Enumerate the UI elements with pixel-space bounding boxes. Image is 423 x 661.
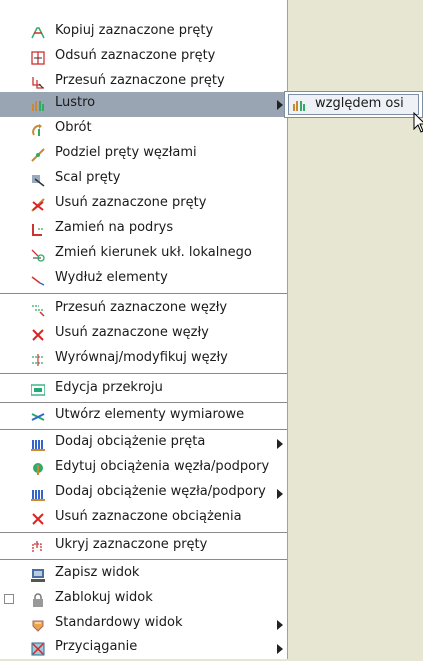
menu-separator — [0, 532, 287, 533]
menu-item-align-nodes[interactable]: Wyrównaj/modyfikuj węzły — [0, 347, 287, 372]
lock-view-icon — [31, 593, 45, 607]
merge-bars-icon — [31, 173, 45, 187]
mirror-axis-icon — [292, 98, 306, 112]
menu-item-save-view[interactable]: Zapisz widok — [0, 562, 287, 587]
mirror-submenu: względem osi — [284, 91, 423, 118]
menu-item-merge-bars[interactable]: Scal pręty — [0, 167, 287, 192]
menu-item-label: Usuń zaznaczone pręty — [55, 195, 207, 210]
menu-item-delete-nodes[interactable]: Usuń zaznaczone węzły — [0, 322, 287, 347]
menu-item-label: Dodaj obciążenie węzła/podpory — [55, 484, 266, 499]
menu-item-split-bars[interactable]: Podziel pręty węzłami — [0, 142, 287, 167]
dimension-elements-icon — [31, 410, 45, 424]
menu-item-bar-load[interactable]: Dodaj obciążenie pręta — [0, 431, 287, 456]
submenu-arrow-icon — [277, 489, 283, 499]
move-nodes-icon — [31, 303, 45, 317]
menu-item-label: Zamień na podrys — [55, 220, 174, 235]
menu-separator — [0, 402, 287, 403]
menu-item-change-local-direction[interactable]: Zmień kierunek ukł. lokalnego — [0, 242, 287, 267]
submenu-item-about-axis[interactable]: względem osi — [288, 94, 419, 115]
menu-item-extend-elements[interactable]: Wydłuż elementy — [0, 267, 287, 292]
mirror-icon — [31, 98, 45, 112]
context-menu: Kopiuj zaznaczone pręty Odsuń zaznaczone… — [0, 0, 288, 659]
menu-item-copy-bars[interactable]: Kopiuj zaznaczone pręty — [0, 20, 287, 45]
menu-item-node-load[interactable]: Dodaj obciążenie węzła/podpory — [0, 481, 287, 506]
menu-item-edit-node-load[interactable]: Edytuj obciążenia węzła/podpory — [0, 456, 287, 481]
bar-load-icon — [31, 437, 45, 451]
menu-item-label: Przyciąganie — [55, 639, 138, 654]
hide-bars-icon — [31, 540, 45, 554]
menu-item-label: Przesuń zaznaczone węzły — [55, 300, 228, 315]
convert-to-underlay-icon — [31, 223, 45, 237]
menu-separator — [0, 559, 287, 560]
menu-item-dimension-elements[interactable]: Utwórz elementy wymiarowe — [0, 404, 287, 429]
standard-view-icon — [31, 618, 45, 632]
menu-item-label: Utwórz elementy wymiarowe — [55, 407, 245, 422]
menu-item-label: Obrót — [55, 120, 92, 135]
submenu-arrow-icon — [277, 100, 283, 110]
rotate-icon — [31, 123, 45, 137]
menu-item-label: Podziel pręty węzłami — [55, 145, 197, 160]
menu-item-label: Kopiuj zaznaczone pręty — [55, 23, 214, 38]
menu-item-hide-bars[interactable]: Ukryj zaznaczone pręty — [0, 534, 287, 559]
snapping-icon — [31, 642, 45, 656]
align-nodes-icon — [31, 353, 45, 367]
lock-view-checkbox[interactable] — [4, 594, 14, 604]
menu-item-label: Dodaj obciążenie pręta — [55, 434, 206, 449]
menu-item-label: Zablokuj widok — [55, 590, 153, 605]
menu-item-move-nodes[interactable]: Przesuń zaznaczone węzły — [0, 297, 287, 322]
menu-item-label: Odsuń zaznaczone pręty — [55, 48, 216, 63]
offset-bars-icon — [31, 51, 45, 65]
menu-item-label: Lustro — [55, 95, 96, 110]
extend-elements-icon — [31, 273, 45, 287]
menu-item-offset-bars[interactable]: Odsuń zaznaczone pręty — [0, 45, 287, 70]
menu-separator — [0, 429, 287, 430]
menu-item-label: Ukryj zaznaczone pręty — [55, 537, 208, 552]
menu-item-standard-view[interactable]: Standardowy widok — [0, 612, 287, 637]
node-load-icon — [31, 487, 45, 501]
submenu-arrow-icon — [277, 644, 283, 654]
move-bars-icon — [31, 76, 45, 90]
mouse-cursor-icon — [413, 112, 423, 134]
menu-item-label: Zmień kierunek ukł. lokalnego — [55, 245, 252, 260]
menu-item-label: Przesuń zaznaczone pręty — [55, 73, 225, 88]
edit-node-load-icon — [31, 462, 45, 476]
menu-item-label: Wydłuż elementy — [55, 270, 168, 285]
delete-nodes-icon — [31, 328, 45, 342]
menu-item-snapping[interactable]: Przyciąganie — [0, 636, 287, 661]
submenu-arrow-icon — [277, 620, 283, 630]
menu-item-label: Zapisz widok — [55, 565, 140, 580]
menu-item-label: Wyrównaj/modyfikuj węzły — [55, 350, 228, 365]
menu-item-mirror[interactable]: Lustro — [0, 92, 287, 117]
copy-bars-icon — [31, 26, 45, 40]
menu-item-label: Usuń zaznaczone węzły — [55, 325, 209, 340]
menu-item-section-edit[interactable]: Edycja przekroju — [0, 377, 287, 402]
save-view-icon — [31, 568, 45, 582]
menu-item-label: Standardowy widok — [55, 615, 183, 630]
menu-item-rotate[interactable]: Obrót — [0, 117, 287, 142]
change-local-direction-icon — [31, 248, 45, 262]
menu-separator — [0, 293, 287, 294]
menu-item-label: Scal pręty — [55, 170, 121, 185]
submenu-item-label: względem osi — [315, 96, 404, 111]
menu-item-label: Edytuj obciążenia węzła/podpory — [55, 459, 270, 474]
menu-item-delete-bars[interactable]: Usuń zaznaczone pręty — [0, 192, 287, 217]
menu-item-delete-loads[interactable]: Usuń zaznaczone obciążenia — [0, 506, 287, 531]
delete-bars-icon — [31, 198, 45, 212]
menu-item-convert-underlay[interactable]: Zamień na podrys — [0, 217, 287, 242]
menu-item-label: Edycja przekroju — [55, 380, 163, 395]
menu-separator — [0, 373, 287, 374]
submenu-arrow-icon — [277, 439, 283, 449]
menu-item-label: Usuń zaznaczone obciążenia — [55, 509, 242, 524]
delete-loads-icon — [31, 512, 45, 526]
split-bars-icon — [31, 148, 45, 162]
section-edit-icon — [31, 383, 45, 397]
menu-item-lock-view[interactable]: Zablokuj widok — [0, 587, 287, 612]
